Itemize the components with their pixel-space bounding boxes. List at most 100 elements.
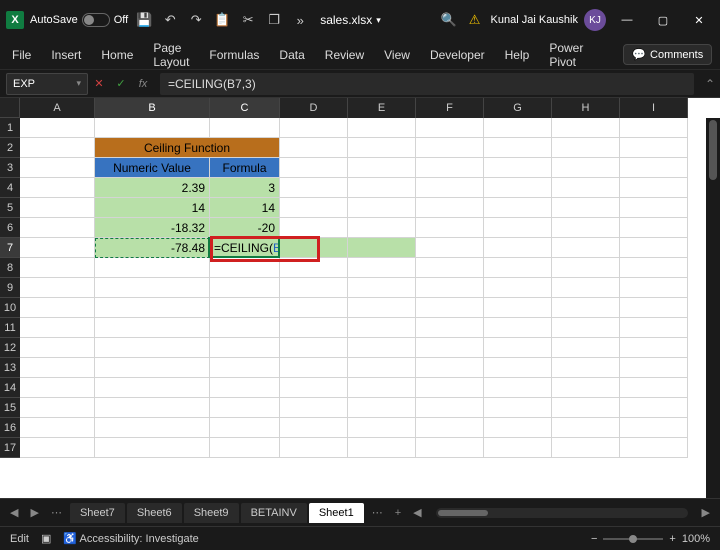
more-qat-icon[interactable]: » — [290, 10, 310, 30]
cell[interactable] — [416, 238, 484, 258]
cell[interactable] — [416, 378, 484, 398]
comments-button[interactable]: 💬 Comments — [623, 44, 712, 65]
cell[interactable] — [552, 218, 620, 238]
cell[interactable] — [20, 218, 95, 238]
cell[interactable] — [484, 438, 552, 458]
zoom-out-icon[interactable]: − — [591, 533, 597, 545]
toggle-switch-icon[interactable] — [82, 13, 110, 27]
cell[interactable]: 14 — [210, 198, 280, 218]
row-header-10[interactable]: 10 — [0, 298, 20, 318]
cell[interactable] — [95, 398, 210, 418]
prev-sheet-icon[interactable]: ◀ — [6, 506, 22, 519]
worksheet[interactable]: ABCDEFGHI 1234567891011121314151617 Ceil… — [0, 98, 720, 498]
cell[interactable] — [484, 338, 552, 358]
cell[interactable] — [95, 298, 210, 318]
row-header-13[interactable]: 13 — [0, 358, 20, 378]
cell[interactable] — [484, 278, 552, 298]
row-header-16[interactable]: 16 — [0, 418, 20, 438]
zoom-in-icon[interactable]: + — [669, 533, 675, 545]
cell[interactable] — [416, 418, 484, 438]
zoom-controls[interactable]: − + 100% — [591, 533, 710, 545]
cell[interactable] — [416, 318, 484, 338]
cell[interactable] — [20, 118, 95, 138]
cell[interactable] — [552, 378, 620, 398]
cell[interactable] — [210, 298, 280, 318]
clipboard-icon[interactable]: 📋 — [212, 10, 232, 30]
maximize-button[interactable]: ▢ — [648, 8, 678, 32]
cell[interactable] — [416, 178, 484, 198]
cell[interactable] — [280, 398, 348, 418]
row-header-17[interactable]: 17 — [0, 438, 20, 458]
cell[interactable] — [20, 358, 95, 378]
cell[interactable] — [552, 418, 620, 438]
col-header-f[interactable]: F — [416, 98, 484, 118]
cell[interactable] — [620, 218, 688, 238]
cell[interactable] — [552, 138, 620, 158]
row-header-6[interactable]: 6 — [0, 218, 20, 238]
cell[interactable] — [620, 378, 688, 398]
save-icon[interactable]: 💾 — [134, 10, 154, 30]
cell[interactable] — [210, 338, 280, 358]
cell[interactable] — [210, 258, 280, 278]
cell[interactable]: 14 — [95, 198, 210, 218]
tab-insert[interactable]: Insert — [51, 48, 81, 62]
more-tabs-icon[interactable]: ⋯ — [368, 506, 387, 519]
cell[interactable] — [620, 338, 688, 358]
cell[interactable] — [20, 418, 95, 438]
tab-power-pivot[interactable]: Power Pivot — [549, 41, 583, 69]
tab-home[interactable]: Home — [101, 48, 133, 62]
cell[interactable] — [20, 278, 95, 298]
cell[interactable] — [348, 178, 416, 198]
row-header-5[interactable]: 5 — [0, 198, 20, 218]
col-header-h[interactable]: H — [552, 98, 620, 118]
fx-icon[interactable]: fx — [132, 73, 154, 95]
cell[interactable] — [484, 378, 552, 398]
cell[interactable] — [416, 278, 484, 298]
cell[interactable] — [552, 158, 620, 178]
row-header-11[interactable]: 11 — [0, 318, 20, 338]
cell[interactable] — [280, 438, 348, 458]
cell[interactable]: Numeric Value — [95, 158, 210, 178]
redo-icon[interactable]: ↷ — [186, 10, 206, 30]
cell[interactable] — [620, 118, 688, 138]
cell[interactable] — [552, 438, 620, 458]
cell[interactable]: -18.32 — [95, 218, 210, 238]
close-button[interactable]: ✕ — [684, 8, 714, 32]
cell[interactable] — [552, 338, 620, 358]
cell[interactable] — [95, 118, 210, 138]
row-header-9[interactable]: 9 — [0, 278, 20, 298]
cell[interactable] — [416, 118, 484, 138]
cell[interactable] — [20, 298, 95, 318]
cell[interactable] — [280, 318, 348, 338]
horizontal-scrollbar[interactable] — [436, 508, 688, 518]
cell[interactable] — [210, 398, 280, 418]
cell[interactable] — [280, 278, 348, 298]
tab-review[interactable]: Review — [325, 48, 364, 62]
expand-formula-icon[interactable]: ⌃ — [700, 77, 720, 91]
cell[interactable] — [552, 358, 620, 378]
cell[interactable] — [20, 438, 95, 458]
cell[interactable] — [280, 338, 348, 358]
cell[interactable] — [348, 138, 416, 158]
cell[interactable] — [620, 318, 688, 338]
zoom-level[interactable]: 100% — [682, 533, 710, 545]
cell[interactable] — [552, 278, 620, 298]
cell[interactable] — [280, 138, 348, 158]
col-header-d[interactable]: D — [280, 98, 348, 118]
cell[interactable] — [280, 298, 348, 318]
tab-file[interactable]: File — [12, 48, 31, 62]
cell[interactable]: 2.39 — [95, 178, 210, 198]
accessibility-status[interactable]: ♿ Accessibility: Investigate — [63, 532, 198, 545]
tab-developer[interactable]: Developer — [430, 48, 485, 62]
cell[interactable] — [348, 418, 416, 438]
next-sheet-icon[interactable]: ▶ — [26, 506, 42, 519]
record-macro-icon[interactable]: ▣ — [41, 532, 51, 545]
col-header-e[interactable]: E — [348, 98, 416, 118]
cell[interactable] — [484, 418, 552, 438]
minimize-button[interactable]: — — [612, 8, 642, 32]
cell[interactable] — [552, 398, 620, 418]
cell[interactable] — [620, 258, 688, 278]
cell[interactable] — [620, 418, 688, 438]
row-header-8[interactable]: 8 — [0, 258, 20, 278]
cell[interactable] — [20, 258, 95, 278]
